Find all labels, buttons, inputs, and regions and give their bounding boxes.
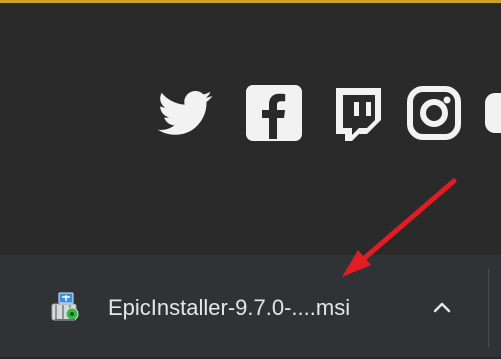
twitter-icon[interactable]	[156, 81, 220, 145]
download-bar-divider	[488, 269, 489, 347]
download-file-name: EpicInstaller-9.7.0-....msi	[108, 295, 351, 320]
web-page-area	[0, 3, 501, 255]
chevron-up-icon[interactable]	[426, 293, 458, 321]
twitch-icon[interactable]	[324, 81, 388, 145]
instagram-icon[interactable]	[402, 81, 466, 145]
download-item[interactable]: EpicInstaller-9.7.0-....msi	[24, 265, 482, 350]
social-icons-row	[156, 81, 501, 145]
screenshot-root: EpicInstaller-9.7.0-....msi	[0, 0, 501, 359]
partial-icon[interactable]	[485, 81, 501, 145]
msi-installer-icon	[48, 292, 82, 324]
facebook-icon[interactable]	[242, 81, 306, 145]
browser-download-bar: EpicInstaller-9.7.0-....msi	[0, 255, 501, 359]
